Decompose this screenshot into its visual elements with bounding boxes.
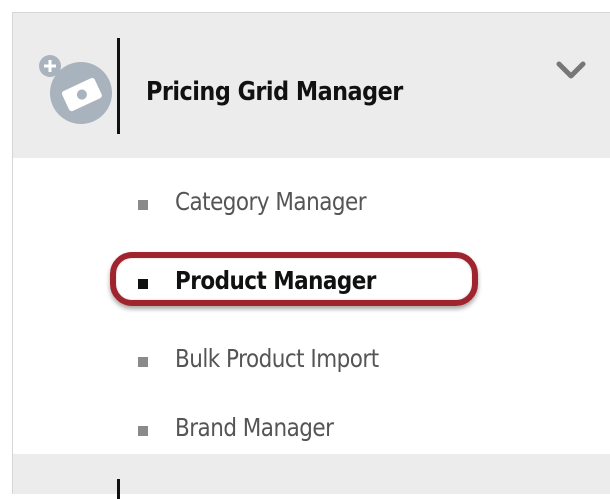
sidebar-menu-panel: Pricing Grid Manager Category Manager Pr…: [12, 12, 610, 499]
submenu-item-brand-manager[interactable]: Brand Manager: [13, 399, 610, 461]
submenu-item-category-manager[interactable]: Category Manager: [13, 173, 610, 235]
chevron-down-icon[interactable]: [554, 57, 588, 83]
pricing-grid-icon: [39, 55, 112, 124]
submenu-item-product-manager[interactable]: Product Manager: [13, 252, 610, 314]
submenu-item-label: Bulk Product Import: [175, 344, 379, 373]
header-divider: [117, 479, 120, 499]
bullet-icon: [138, 200, 148, 210]
submenu-item-bulk-product-import[interactable]: Bulk Product Import: [13, 330, 610, 392]
next-section-header[interactable]: [13, 454, 610, 499]
bullet-icon: [138, 279, 148, 289]
section-title: Pricing Grid Manager: [146, 77, 403, 107]
pricing-grid-manager-header[interactable]: Pricing Grid Manager: [13, 13, 610, 158]
submenu-item-label: Product Manager: [175, 266, 376, 295]
bullet-icon: [138, 357, 148, 367]
bullet-icon: [138, 426, 148, 436]
submenu-item-label: Category Manager: [175, 187, 367, 216]
header-divider: [117, 38, 120, 134]
submenu-item-label: Brand Manager: [175, 413, 334, 442]
